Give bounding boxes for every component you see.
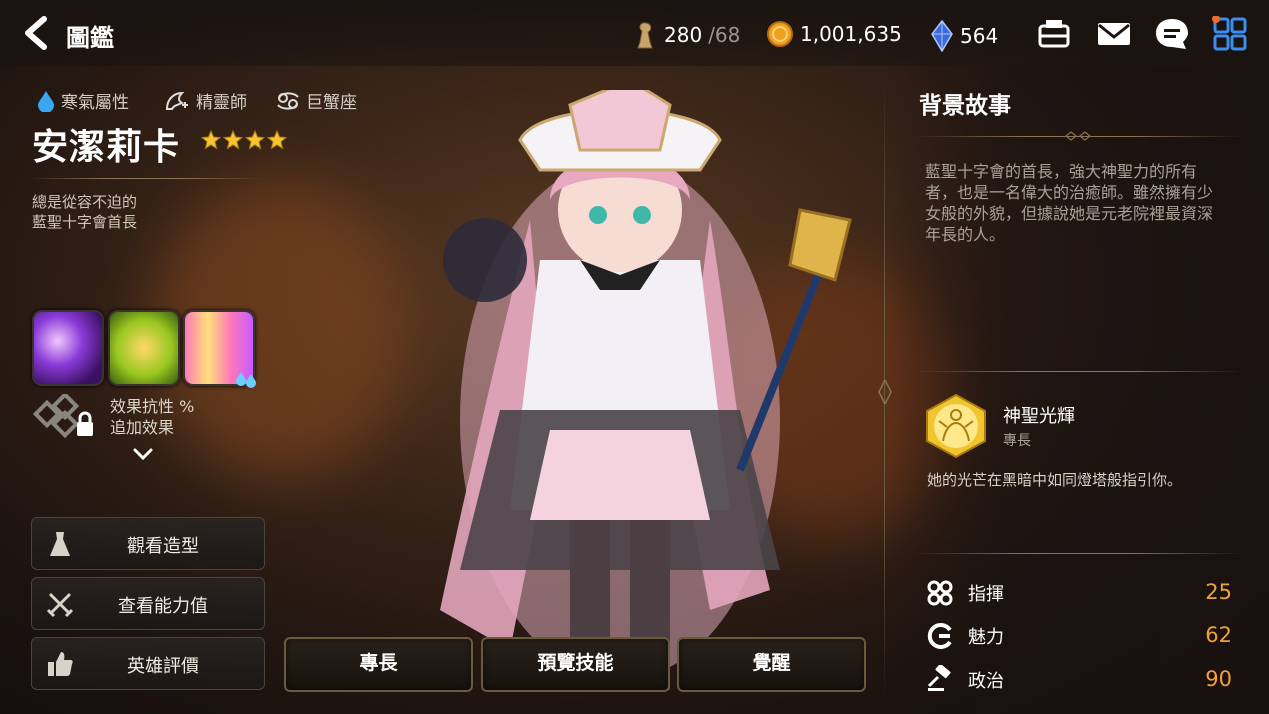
story-text: 藍聖十字會的首長，強大神聖力的所有者，也是一名偉大的治癒師。雖然擁有少女般的外貌… — [925, 162, 1214, 244]
gold-value: 1,001,635 — [800, 22, 902, 46]
view-stats-button[interactable]: 查看能力值 — [31, 577, 265, 630]
awaken-button[interactable]: 覺醒 — [677, 637, 866, 692]
chevron-down-icon[interactable] — [132, 446, 154, 462]
stamina-icon — [637, 22, 653, 49]
hero-attribute-element: 寒氣屬性 — [37, 88, 129, 113]
camp-icon[interactable] — [1036, 16, 1072, 52]
stamina-value: 280 — [664, 23, 703, 47]
locked-artifact-icon — [33, 394, 93, 439]
specialty-name: 神聖光輝 — [1003, 406, 1075, 427]
command-icon — [927, 580, 953, 606]
hero-star-rating — [201, 130, 287, 150]
stamina-max: /68 — [708, 23, 741, 47]
water-drop-icon — [38, 90, 54, 112]
divider-ornament-icon — [1065, 131, 1091, 141]
gold-display: 1,001,635 — [766, 20, 902, 48]
politics-gavel-icon — [927, 665, 951, 691]
back-arrow-icon[interactable] — [18, 14, 56, 52]
stat-value-command: 25 — [1205, 580, 1232, 604]
star-icon — [245, 130, 265, 150]
page-title: 圖鑑 — [66, 24, 114, 52]
specialty-type: 專長 — [1003, 433, 1031, 449]
hero-attribute-zodiac: 巨蟹座 — [276, 88, 357, 113]
divine-radiance-icon — [926, 393, 986, 459]
mage-class-icon — [165, 91, 188, 110]
notification-dot — [1212, 16, 1220, 23]
hero-attribute-class: 精靈師 — [164, 88, 247, 113]
stat-label-charm: 魅力 — [968, 627, 1004, 648]
mail-icon[interactable] — [1096, 16, 1132, 52]
view-costume-button[interactable]: 觀看造型 — [31, 517, 265, 570]
main-menu-icon[interactable] — [1212, 16, 1248, 52]
stat-value-charm: 62 — [1205, 623, 1232, 647]
skill-awaken-droplet-icon — [236, 372, 256, 388]
specialty-button[interactable]: 專長 — [284, 637, 473, 692]
charm-icon — [927, 623, 952, 649]
hero-name: 安潔莉卡 — [32, 127, 181, 168]
effect-resist-label: 效果抗性 % 追加效果 — [110, 397, 195, 437]
hero-review-button[interactable]: 英雄評價 — [31, 637, 265, 690]
stat-label-politics: 政治 — [968, 671, 1004, 692]
story-title: 背景故事 — [919, 93, 1011, 119]
gold-coin-icon — [767, 21, 793, 47]
crystal-display: 564 — [930, 20, 998, 52]
skill-2-button[interactable] — [108, 310, 180, 386]
stamina-display: 280/68 — [632, 20, 740, 50]
hero-tagline: 總是從容不迫的 藍聖十字會首長 — [32, 193, 138, 231]
stats-divider — [914, 553, 1242, 554]
name-divider — [28, 178, 264, 179]
preview-skills-button[interactable]: 預覽技能 — [481, 637, 670, 692]
divider-ornament-icon — [878, 380, 892, 404]
hero-illustration — [440, 90, 852, 690]
skill-1-button[interactable] — [32, 310, 104, 386]
cancer-zodiac-icon — [277, 91, 299, 110]
stat-value-politics: 90 — [1205, 667, 1232, 691]
specialty-description: 她的光芒在黑暗中如同燈塔般指引你。 — [927, 471, 1183, 489]
skill-3-button[interactable] — [183, 310, 256, 388]
specialty-divider — [914, 371, 1242, 372]
crystal-icon — [931, 20, 953, 52]
stat-label-command: 指揮 — [968, 584, 1004, 605]
star-icon — [223, 130, 243, 150]
star-icon — [267, 130, 287, 150]
chat-icon[interactable] — [1154, 16, 1190, 52]
star-icon — [201, 130, 221, 150]
crystal-value: 564 — [960, 24, 999, 48]
